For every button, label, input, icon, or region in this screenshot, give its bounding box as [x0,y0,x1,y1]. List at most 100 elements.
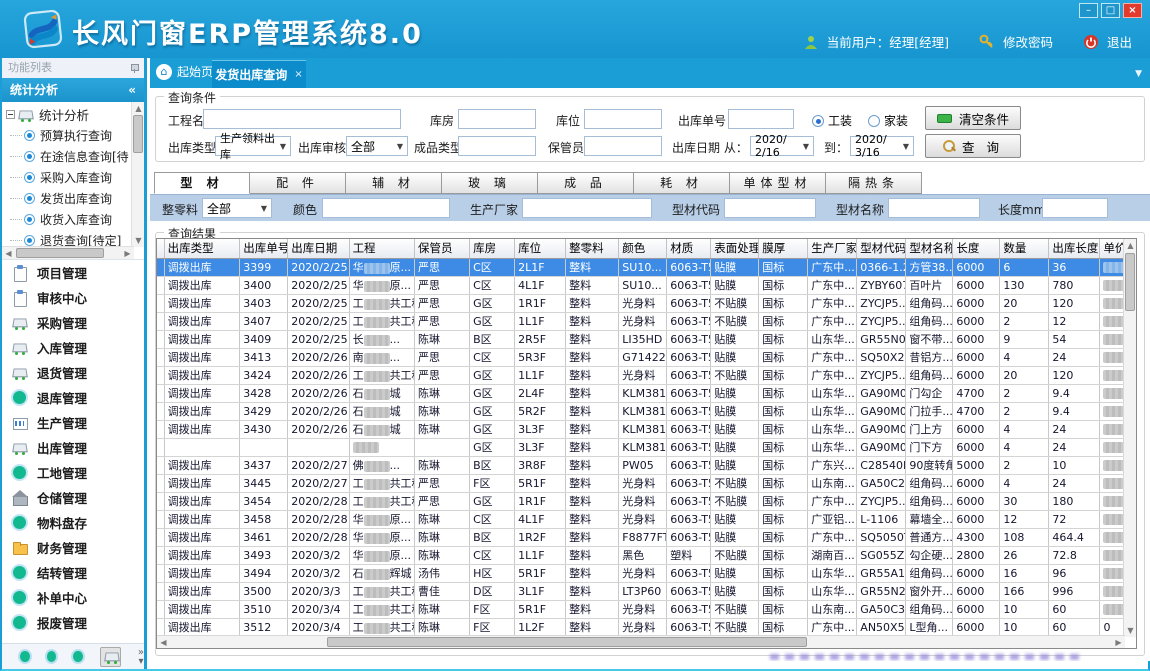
search-button[interactable]: 查 询 [925,134,1021,158]
sidebar-item-11[interactable]: 财务管理 [2,535,144,560]
order-no-input[interactable] [728,109,794,129]
column-header-11[interactable]: 膜厚 [759,239,808,258]
material-tab-7[interactable]: 隔热条 [826,172,922,194]
project-name-input[interactable] [203,109,401,129]
table-row-17[interactable]: 调拨出库34942020/3/2石辉城汤伟H区5R1F整料光身料6063-T5贴… [157,564,1137,582]
tree-item-4[interactable]: 收货入库查询 [2,209,122,230]
maximize-button[interactable]: □ [1101,3,1120,18]
tree-item-3[interactable]: 发货出库查询 [2,188,122,209]
column-header-8[interactable]: 颜色 [619,239,667,258]
profile-code-input[interactable] [724,198,816,218]
column-header-10[interactable]: 表面处理 [711,239,759,258]
keeper-input[interactable] [584,136,662,156]
sidebar-item-8[interactable]: 工地管理 [2,460,144,485]
tree-item-1[interactable]: 在途信息查询[待 [2,146,122,167]
table-row-10[interactable]: G区3L3F整料KLM38176063-T5贴膜国标山东华...GA90M09.… [157,438,1137,456]
table-row-4[interactable]: 调拨出库34092020/2/25长...陈琳B区2R5F整料LI35HD606… [157,330,1137,348]
column-header-9[interactable]: 材质 [667,239,711,258]
more-buttons-chevron[interactable]: »▾ [138,648,144,666]
quick-dot-icon[interactable] [47,651,57,662]
table-row-6[interactable]: 调拨出库34242020/2/26工共工程严思G区1L1F整料光身料6063-T… [157,366,1137,384]
sidebar-item-12[interactable]: 结转管理 [2,560,144,585]
material-tab-3[interactable]: 玻 璃 [442,172,538,194]
sidebar-item-7[interactable]: 出库管理 [2,435,144,460]
column-header-3[interactable]: 工程 [349,239,414,258]
column-header-1[interactable]: 出库单号 [240,239,288,258]
grid-horizontal-scrollbar[interactable]: ◀ ▶ [157,635,1125,648]
warehouse-input[interactable] [458,109,536,129]
material-tab-5[interactable]: 耗 材 [634,172,730,194]
date-from-select[interactable]: 2020/ 2/16▼ [750,136,814,156]
column-header-13[interactable]: 型材代码 [857,239,906,258]
radio-work-install[interactable]: 工装 [812,112,852,129]
column-header-16[interactable]: 数量 [1000,239,1049,258]
table-row-3[interactable]: 调拨出库34072020/2/25工共工程严思G区1L1F整料光身料6063-T… [157,312,1137,330]
material-tab-0[interactable]: 型 材 [154,172,250,194]
profile-name-input[interactable] [888,198,980,218]
logout-link[interactable]: 退出 [1107,32,1132,51]
column-header-7[interactable]: 整零料 [566,239,619,258]
sidebar-item-13[interactable]: 补单中心 [2,585,144,610]
sidebar-item-4[interactable]: 退货管理 [2,360,144,385]
audit-select[interactable]: 全部▼ [346,136,408,156]
cart-quick-button[interactable] [100,647,121,667]
pin-icon[interactable] [130,63,138,73]
tab-list-dropdown-icon[interactable]: ▼ [1135,69,1142,79]
part-type-select[interactable]: 全部▼ [202,198,272,218]
sidebar-item-9[interactable]: 仓储管理 [2,485,144,510]
tab-close-icon[interactable]: × [294,69,302,80]
quick-dot-icon[interactable] [73,651,83,662]
tab-home[interactable]: ⌂ 起始页 [156,63,213,80]
tree-vertical-scrollbar[interactable]: ▲ ▼ [131,102,144,247]
radio-home-install[interactable]: 家装 [868,112,908,129]
collapse-icon[interactable]: « [128,78,136,102]
sidebar-item-0[interactable]: 项目管理 [2,260,144,285]
stats-section-header[interactable]: 统计分析 « [2,78,144,102]
material-tab-1[interactable]: 配 件 [250,172,346,194]
table-row-14[interactable]: 调拨出库34582020/2/28华原...陈琳C区4L1F整料光身料6063-… [157,510,1137,528]
tab-shipment-query[interactable]: 发货出库查询 × [212,60,306,88]
grid-vertical-scrollbar[interactable]: ▲ ▼ [1123,239,1136,637]
location-input[interactable] [584,109,662,129]
tree-expander-icon[interactable] [6,110,15,119]
tree-item-2[interactable]: 采购入库查询 [2,167,122,188]
column-header-15[interactable]: 长度 [953,239,1000,258]
table-row-18[interactable]: 调拨出库35002020/3/3工共工程曹佳D区3L1F整料LT3P606063… [157,582,1137,600]
material-tab-6[interactable]: 单体型材 [730,172,826,194]
table-row-13[interactable]: 调拨出库34542020/2/28工共工程严思G区1R1F整料光身料6063-T… [157,492,1137,510]
product-type-input[interactable] [458,136,536,156]
table-row-19[interactable]: 调拨出库35102020/3/4工共工程陈琳F区5R1F整料光身料6063-T5… [157,600,1137,618]
table-row-1[interactable]: 调拨出库34002020/2/25华原...严思C区4L1F整料SU10...6… [157,276,1137,294]
table-row-5[interactable]: 调拨出库34132020/2/26南...严思C区5R3F整料G71422606… [157,348,1137,366]
column-header-12[interactable]: 生产厂家 [808,239,857,258]
sidebar-item-6[interactable]: 生产管理 [2,410,144,435]
minimize-button[interactable]: – [1079,3,1098,18]
date-to-select[interactable]: 2020/ 3/16▼ [850,136,914,156]
tree-horizontal-scrollbar[interactable]: ◀ ▶ [2,246,134,259]
table-row-20[interactable]: 调拨出库35122020/3/4工共工程陈琳F区1L2F整料光身料6063-T5… [157,618,1137,636]
out-type-select[interactable]: 生产领料出库▼ [215,136,291,156]
manufacturer-input[interactable] [522,198,652,218]
table-row-9[interactable]: 调拨出库34302020/2/26石城陈琳G区3L3F整料KLM38176063… [157,420,1137,438]
table-row-0[interactable]: 调拨出库33992020/2/25华原...严思C区2L1F整料SU10...6… [157,258,1137,276]
table-row-7[interactable]: 调拨出库34282020/2/26石城陈琳G区2L4F整料KLM38176063… [157,384,1137,402]
table-row-8[interactable]: 调拨出库34292020/2/26石城陈琳G区5R2F整料KLM38176063… [157,402,1137,420]
material-tab-2[interactable]: 辅 材 [346,172,442,194]
material-tab-4[interactable]: 成 品 [538,172,634,194]
table-row-16[interactable]: 调拨出库34932020/3/2华原...陈琳C区1L1F整料黑色塑料不贴膜国标… [157,546,1137,564]
close-button[interactable]: × [1123,3,1142,18]
table-row-15[interactable]: 调拨出库34612020/2/28华原...陈琳B区1R2F整料F8877FT6… [157,528,1137,546]
tree-item-0[interactable]: 预算执行查询 [2,125,122,146]
column-header-4[interactable]: 保管员 [414,239,469,258]
table-row-11[interactable]: 调拨出库34372020/2/27佛...陈琳B区3R8F整料PW056063-… [157,456,1137,474]
tree-root-stats[interactable]: 统计分析 [2,104,122,125]
sidebar-item-3[interactable]: 入库管理 [2,335,144,360]
column-header-14[interactable]: 型材名称 [906,239,953,258]
change-password-link[interactable]: 修改密码 [1003,32,1053,51]
column-header-6[interactable]: 库位 [515,239,566,258]
color-input[interactable] [322,198,450,218]
sidebar-item-5[interactable]: 退库管理 [2,385,144,410]
table-row-12[interactable]: 调拨出库34452020/2/27工共工程严思F区5R1F整料光身料6063-T… [157,474,1137,492]
quick-dot-icon[interactable] [20,651,30,662]
sidebar-item-10[interactable]: 物料盘存 [2,510,144,535]
